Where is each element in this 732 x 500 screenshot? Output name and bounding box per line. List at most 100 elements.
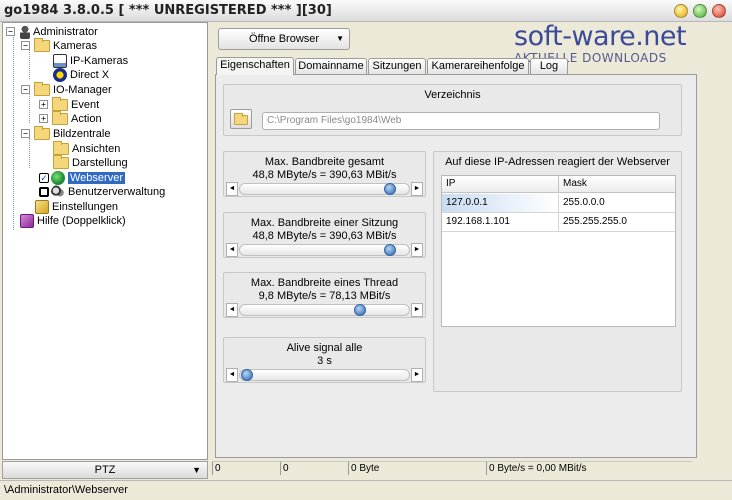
users-icon	[51, 184, 65, 199]
ptz-dropdown[interactable]: PTZ ▼	[2, 461, 208, 479]
table-cell-ip[interactable]: 192.168.1.101	[442, 213, 559, 232]
slider-left-arrow-icon[interactable]: ◄	[226, 368, 238, 382]
tree-label: Event	[71, 98, 100, 111]
folder-open-icon	[234, 113, 248, 125]
table-cell-ip[interactable]: 127.0.0.1	[442, 194, 559, 213]
slider-left-arrow-icon[interactable]: ◄	[226, 243, 238, 257]
collapse-icon[interactable]: −	[21, 85, 30, 94]
tree-item-io-manager[interactable]: − IO-Manager	[21, 81, 112, 97]
slider-group-alive-signal: Alive signal alle 3 s ◄ ►	[223, 337, 426, 383]
expand-icon[interactable]: +	[39, 100, 48, 109]
slider-right-arrow-icon[interactable]: ►	[411, 368, 423, 382]
tab-sitzungen[interactable]: Sitzungen	[368, 58, 426, 74]
collapse-icon[interactable]: −	[21, 129, 30, 138]
tree-label: Hilfe (Doppelklick)	[37, 214, 126, 227]
tab-domainname[interactable]: Domainname	[295, 58, 367, 74]
tree-item-direct-x[interactable]: Direct X	[53, 67, 109, 82]
slider-right-arrow-icon[interactable]: ►	[411, 303, 423, 317]
tree-label: Administrator	[33, 25, 98, 38]
slider-title: Alive signal alle	[286, 342, 363, 354]
tree-label: Ansichten	[72, 142, 121, 155]
info-cell: 0 Byte	[348, 461, 486, 475]
tree-label: Kameras	[53, 39, 98, 52]
slider-knob[interactable]	[383, 183, 396, 195]
tree-item-hilfe[interactable]: Hilfe (Doppelklick)	[20, 213, 126, 228]
column-header-ip[interactable]: IP	[442, 176, 559, 193]
tree-item-einstellungen[interactable]: Einstellungen	[35, 199, 118, 214]
tree-item-bildzentrale[interactable]: − Bildzentrale	[21, 125, 110, 141]
checkbox-icon[interactable]	[39, 186, 49, 197]
directory-path-input[interactable]: C:\Program Files\go1984\Web	[262, 112, 660, 130]
minimize-button[interactable]	[674, 4, 688, 18]
table-cell-mask[interactable]: 255.0.0.0	[559, 194, 675, 213]
ip-group-title: Auf diese IP-Adressen reagiert der Webse…	[445, 156, 670, 168]
total-bandwidth-slider[interactable]: ◄ ►	[226, 182, 423, 196]
expand-icon[interactable]: +	[39, 114, 48, 123]
slider-group-session-bandwidth: Max. Bandbreite einer Sitzung 48,8 MByte…	[223, 212, 426, 258]
checkbox-checked-icon[interactable]: ✓	[39, 172, 49, 183]
directx-icon	[53, 67, 67, 82]
alive-signal-slider[interactable]: ◄ ►	[226, 368, 423, 382]
window-title: go1984 3.8.0.5 [ *** UNREGISTERED *** ][…	[4, 3, 332, 18]
slider-knob[interactable]	[354, 304, 367, 316]
slider-track[interactable]	[239, 244, 410, 256]
thread-bandwidth-slider[interactable]: ◄ ►	[226, 303, 423, 317]
slider-knob[interactable]	[383, 244, 396, 256]
slider-group-total-bandwidth: Max. Bandbreite gesamt 48,8 MByte/s = 39…	[223, 151, 426, 197]
tree-item-action[interactable]: + Action	[39, 110, 102, 126]
ip-address-group: Auf diese IP-Adressen reagiert der Webse…	[433, 151, 682, 392]
tree-label: IP-Kameras	[70, 54, 129, 67]
collapse-icon[interactable]: −	[6, 27, 15, 36]
tree-item-benutzerverwaltung[interactable]: Benutzerverwaltung	[39, 184, 165, 199]
tree-item-event[interactable]: + Event	[39, 96, 100, 112]
slider-right-arrow-icon[interactable]: ►	[411, 182, 423, 196]
tree-line	[29, 138, 30, 168]
tab-eigenschaften[interactable]: Eigenschaften	[216, 57, 294, 75]
folder-icon	[52, 96, 68, 111]
slider-value: 9,8 MByte/s = 78,13 MBit/s	[258, 290, 391, 302]
slider-track[interactable]	[239, 369, 410, 381]
maximize-button[interactable]	[693, 4, 707, 18]
slider-track[interactable]	[239, 183, 410, 195]
tree-label-selected: Webserver	[68, 171, 125, 184]
user-icon	[20, 24, 30, 39]
slider-left-arrow-icon[interactable]: ◄	[226, 303, 238, 317]
folder-icon	[53, 140, 69, 155]
directory-group: Verzeichnis C:\Program Files\go1984\Web	[223, 84, 682, 136]
tab-log[interactable]: Log	[530, 58, 568, 74]
tree-item-darstellung[interactable]: Darstellung	[53, 154, 128, 170]
folder-icon	[34, 81, 50, 96]
status-bar: \Administrator\Webserver	[0, 480, 732, 500]
slider-value: 3 s	[317, 355, 332, 367]
tree-item-kameras[interactable]: − Kameras	[21, 37, 98, 53]
ip-table[interactable]: IP Mask 127.0.0.1 255.0.0.0 192.168.1.10…	[441, 175, 676, 327]
navigation-tree[interactable]: − Administrator − Kameras IP-Kameras Dir…	[2, 22, 208, 460]
close-button[interactable]	[712, 4, 726, 18]
open-browser-button[interactable]: Öffne Browser ▼	[218, 28, 350, 50]
column-header-mask[interactable]: Mask	[559, 176, 675, 193]
tree-label: IO-Manager	[53, 83, 112, 96]
tree-item-webserver[interactable]: ✓ Webserver	[39, 170, 125, 185]
tree-label: Benutzerverwaltung	[68, 185, 166, 198]
tree-line	[29, 93, 30, 123]
folder-icon	[52, 110, 68, 125]
slider-knob[interactable]	[241, 369, 253, 381]
tab-kamerareihenfolge[interactable]: Kamerareihenfolge	[427, 58, 529, 74]
info-bar: 0 0 0 Byte 0 Byte/s = 0,00 MBit/s	[212, 461, 692, 477]
ptz-label: PTZ	[94, 464, 116, 476]
tree-item-ip-kameras[interactable]: IP-Kameras	[53, 53, 128, 68]
folder-icon	[34, 125, 50, 140]
slider-track[interactable]	[239, 304, 410, 316]
table-cell-mask[interactable]: 255.255.255.0	[559, 213, 675, 232]
network-camera-icon	[53, 53, 67, 68]
slider-right-arrow-icon[interactable]: ►	[411, 243, 423, 257]
tree-item-ansichten[interactable]: Ansichten	[53, 140, 121, 156]
tree-item-administrator[interactable]: − Administrator	[6, 24, 98, 39]
info-cell: 0	[212, 461, 280, 475]
info-cell: 0	[280, 461, 348, 475]
collapse-icon[interactable]: −	[21, 41, 30, 50]
slider-left-arrow-icon[interactable]: ◄	[226, 182, 238, 196]
properties-panel: Verzeichnis C:\Program Files\go1984\Web …	[215, 74, 697, 458]
browse-folder-button[interactable]	[230, 109, 252, 129]
session-bandwidth-slider[interactable]: ◄ ►	[226, 243, 423, 257]
